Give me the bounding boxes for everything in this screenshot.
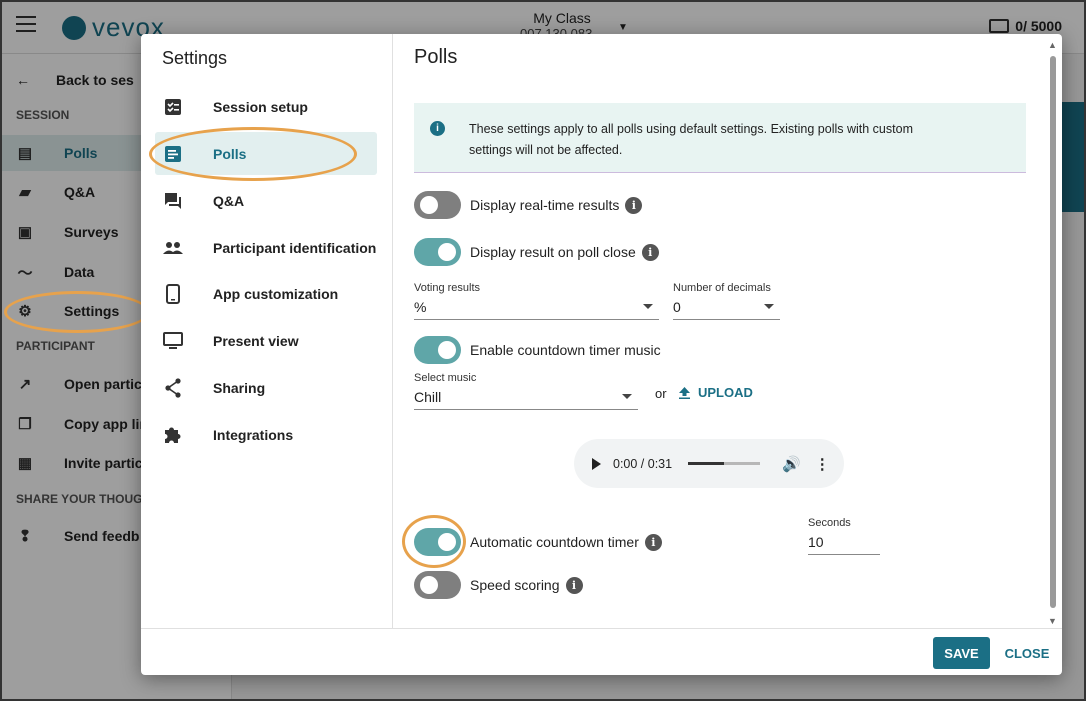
scroll-down-icon[interactable]: ▼ — [1048, 616, 1057, 626]
settings-title: Settings — [162, 48, 228, 68]
nav-item-session-setup[interactable]: Session setup — [155, 85, 377, 128]
decimals-select[interactable]: Number of decimals 0 — [673, 282, 780, 320]
chevron-down-icon — [622, 394, 632, 399]
info-hint-icon[interactable]: i — [644, 533, 662, 551]
seconds-value[interactable]: 10 — [808, 529, 880, 555]
info-banner: i These settings apply to all polls usin… — [414, 103, 1026, 173]
result-on-close-label: Display result on poll close — [470, 244, 636, 260]
people-icon — [163, 238, 183, 258]
upload-button[interactable]: UPLOAD — [679, 385, 753, 400]
nav-item-label: App customization — [213, 285, 339, 302]
close-button[interactable]: CLOSE — [999, 637, 1055, 669]
info-text: These settings apply to all polls using … — [469, 122, 913, 157]
dialog-footer: SAVE CLOSE — [141, 628, 1062, 675]
volume-icon[interactable]: 🔊 — [782, 455, 801, 473]
music-select[interactable]: Select music Chill — [414, 372, 638, 410]
or-text: or — [655, 386, 667, 401]
nav-item-label: Present view — [213, 332, 299, 349]
music-value[interactable]: Chill — [414, 384, 638, 410]
info-hint-icon[interactable]: i — [565, 576, 583, 594]
scroll-up-icon[interactable]: ▲ — [1048, 40, 1057, 50]
realtime-results-label: Display real-time results — [470, 197, 620, 213]
checklist-icon — [163, 97, 183, 117]
voting-results-select[interactable]: Voting results % — [414, 282, 659, 320]
app-window: vevox My Class 007 130 083 ▼ 0/ 5000 ← B… — [0, 0, 1086, 701]
nav-item-label: Session setup — [213, 98, 308, 115]
speed-scoring-label: Speed scoring — [470, 577, 560, 593]
result-on-close-toggle[interactable] — [414, 238, 461, 266]
toggle-row-realtime: Display real-time results i — [414, 191, 643, 219]
audio-progress-slider[interactable] — [688, 462, 761, 465]
more-options-icon[interactable]: ⋮ — [815, 455, 830, 473]
chat-icon — [163, 191, 183, 211]
play-icon[interactable] — [592, 457, 601, 470]
decimals-value[interactable]: 0 — [673, 294, 780, 320]
monitor-icon — [163, 331, 183, 351]
highlight-polls-nav — [149, 127, 357, 181]
voting-results-selected: % — [414, 299, 427, 315]
auto-countdown-label: Automatic countdown timer — [470, 534, 639, 550]
info-icon: i — [430, 121, 445, 136]
settings-nav: Settings Session setup Polls Q&A Partici… — [141, 34, 393, 628]
toggle-row-music: Enable countdown timer music — [414, 336, 661, 364]
nav-item-label: Integrations — [213, 426, 294, 443]
music-label: Select music — [414, 372, 477, 384]
scrollbar[interactable]: ▲ ▼ — [1048, 40, 1058, 626]
polls-settings-panel: Polls i These settings apply to all poll… — [393, 34, 1047, 628]
seconds-input[interactable]: Seconds 10 — [808, 517, 880, 555]
realtime-results-toggle[interactable] — [414, 191, 461, 219]
highlight-auto-timer — [402, 515, 466, 568]
countdown-music-toggle[interactable] — [414, 336, 461, 364]
upload-icon — [679, 386, 690, 399]
decimals-selected: 0 — [673, 299, 681, 315]
nav-item-label: Q&A — [213, 192, 245, 209]
settings-dialog: Settings Session setup Polls Q&A Partici… — [141, 34, 1062, 675]
audio-time: 0:00 / 0:31 — [613, 456, 673, 471]
music-selected: Chill — [414, 389, 442, 405]
page-title: Polls — [414, 46, 458, 68]
decimals-label: Number of decimals — [673, 282, 771, 294]
speed-scoring-toggle[interactable] — [414, 571, 461, 599]
info-hint-icon[interactable]: i — [625, 196, 643, 214]
chevron-down-icon — [764, 304, 774, 309]
scroll-thumb[interactable] — [1050, 56, 1056, 608]
info-hint-icon[interactable]: i — [641, 243, 659, 261]
voting-results-value[interactable]: % — [414, 294, 659, 320]
nav-item-participant-identification[interactable]: Participant identification — [155, 226, 377, 269]
nav-item-app-customization[interactable]: App customization — [155, 272, 377, 315]
countdown-music-label: Enable countdown timer music — [470, 342, 661, 358]
highlight-settings-sidebar — [4, 291, 150, 333]
nav-item-sharing[interactable]: Sharing — [155, 366, 377, 409]
save-button[interactable]: SAVE — [933, 637, 990, 669]
seconds-label: Seconds — [808, 517, 851, 529]
share-icon — [163, 377, 183, 398]
nav-item-qa[interactable]: Q&A — [155, 179, 377, 222]
toggle-row-on-close: Display result on poll close i — [414, 238, 659, 266]
puzzle-icon — [163, 425, 183, 445]
audio-player: 0:00 / 0:31 🔊 ⋮ — [574, 439, 844, 488]
toggle-row-speed: Speed scoring i — [414, 571, 583, 599]
nav-item-integrations[interactable]: Integrations — [155, 413, 377, 456]
nav-item-label: Participant identification — [213, 239, 377, 256]
nav-item-label: Sharing — [213, 379, 266, 396]
voting-results-label: Voting results — [414, 282, 481, 294]
chevron-down-icon — [643, 304, 653, 309]
nav-item-present-view[interactable]: Present view — [155, 319, 377, 362]
upload-label: UPLOAD — [698, 385, 753, 400]
phone-icon — [163, 283, 183, 304]
